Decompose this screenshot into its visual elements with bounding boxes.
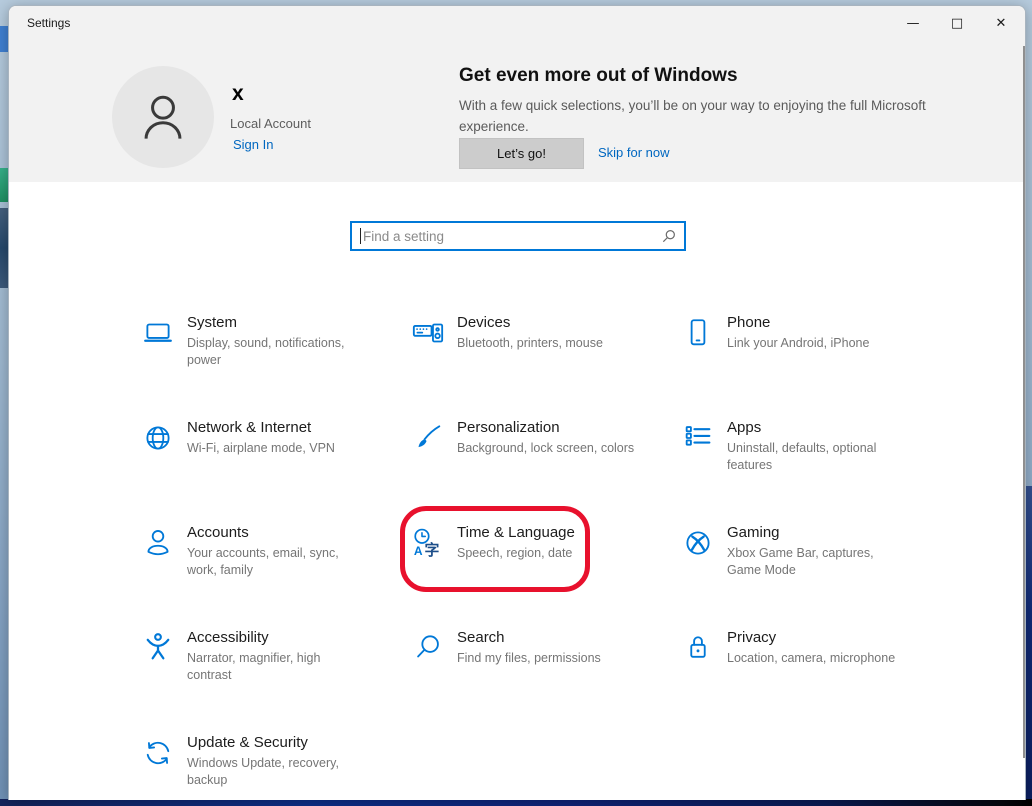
person-icon <box>127 81 199 153</box>
category-tile-phone[interactable]: Phone Link your Android, iPhone <box>681 314 951 419</box>
sign-in-link[interactable]: Sign In <box>233 137 273 152</box>
category-title: Privacy <box>727 629 895 646</box>
accounts-icon <box>141 526 175 560</box>
category-title: Apps <box>727 419 907 436</box>
time-language-icon: A字 <box>411 526 445 560</box>
category-description: Bluetooth, printers, mouse <box>457 335 603 352</box>
category-tile-apps[interactable]: Apps Uninstall, defaults, optional featur… <box>681 419 951 524</box>
window-title: Settings <box>27 16 70 30</box>
category-title: Gaming <box>727 524 907 541</box>
category-description: Windows Update, recovery, backup <box>187 755 367 788</box>
category-tile-personalization[interactable]: Personalization Background, lock screen, … <box>411 419 681 524</box>
close-button[interactable]: ✕ <box>979 10 1023 36</box>
skip-for-now-link[interactable]: Skip for now <box>598 145 670 160</box>
settings-window: Settings — □ ✕ x Local Account Sign In G… <box>8 5 1026 800</box>
category-title: Update & Security <box>187 734 367 751</box>
account-type-label: Local Account <box>230 116 311 131</box>
category-description: Speech, region, date <box>457 545 575 562</box>
desktop-edge-right <box>1026 486 1032 800</box>
category-description: Xbox Game Bar, captures, Game Mode <box>727 545 907 578</box>
category-tile-accessibility[interactable]: Accessibility Narrator, magnifier, high c… <box>141 629 411 734</box>
text-caret <box>360 228 361 244</box>
personalization-icon <box>411 421 445 455</box>
category-title: Search <box>457 629 601 646</box>
category-tile-network-internet[interactable]: Network & Internet Wi-Fi, airplane mode, … <box>141 419 411 524</box>
category-description: Your accounts, email, sync, work, family <box>187 545 367 578</box>
category-title: Accounts <box>187 524 367 541</box>
scrollbar[interactable] <box>1023 46 1025 758</box>
desktop-icon-blob-blue <box>0 26 8 52</box>
category-description: Find my files, permissions <box>457 650 601 667</box>
category-tile-system[interactable]: System Display, sound, notifications, pow… <box>141 314 411 419</box>
phone-icon <box>681 316 715 350</box>
category-description: Location, camera, microphone <box>727 650 895 667</box>
maximize-button[interactable]: □ <box>935 10 979 36</box>
category-title: Phone <box>727 314 869 331</box>
category-tile-search[interactable]: Search Find my files, permissions <box>411 629 681 734</box>
search-icon <box>411 631 445 665</box>
category-title: Network & Internet <box>187 419 335 436</box>
category-title: Personalization <box>457 419 634 436</box>
apps-icon <box>681 421 715 455</box>
category-tile-update-security[interactable]: Update & Security Windows Update, recover… <box>141 734 411 800</box>
search-icon[interactable] <box>662 229 676 243</box>
category-tile-gaming[interactable]: Gaming Xbox Game Bar, captures, Game Mode <box>681 524 951 629</box>
category-description: Background, lock screen, colors <box>457 440 634 457</box>
category-description: Wi-Fi, airplane mode, VPN <box>187 440 335 457</box>
category-tile-privacy[interactable]: Privacy Location, camera, microphone <box>681 629 951 734</box>
category-tile-accounts[interactable]: Accounts Your accounts, email, sync, work… <box>141 524 411 629</box>
lets-go-button[interactable]: Let’s go! <box>459 138 584 169</box>
desktop-icon-blob-dark <box>0 208 8 288</box>
update-security-icon <box>141 736 175 770</box>
category-description: Uninstall, defaults, optional features <box>727 440 907 473</box>
gaming-icon <box>681 526 715 560</box>
taskbar-strip <box>0 799 1032 806</box>
category-tile-devices[interactable]: Devices Bluetooth, printers, mouse <box>411 314 681 419</box>
svg-text:A: A <box>414 544 423 558</box>
privacy-icon <box>681 631 715 665</box>
category-description: Display, sound, notifications, power <box>187 335 367 368</box>
category-title: Devices <box>457 314 603 331</box>
category-title: System <box>187 314 367 331</box>
devices-icon <box>411 316 445 350</box>
svg-text:字: 字 <box>424 541 439 559</box>
category-title: Time & Language <box>457 524 575 541</box>
search-box[interactable] <box>350 221 686 251</box>
settings-grid: System Display, sound, notifications, pow… <box>141 314 961 800</box>
avatar <box>112 66 214 168</box>
category-title: Accessibility <box>187 629 367 646</box>
category-description: Link your Android, iPhone <box>727 335 869 352</box>
search-input[interactable] <box>363 229 658 244</box>
promo-description: With a few quick selections, you’ll be o… <box>459 96 964 138</box>
category-description: Narrator, magnifier, high contrast <box>187 650 367 683</box>
system-icon <box>141 316 175 350</box>
promo-title: Get even more out of Windows <box>459 65 738 87</box>
window-controls: — □ ✕ <box>891 10 1023 36</box>
minimize-button[interactable]: — <box>891 10 935 36</box>
desktop-icon-blob-green <box>0 168 8 202</box>
accessibility-icon <box>141 631 175 665</box>
category-tile-time-language[interactable]: A字 Time & Language Speech, region, date <box>411 524 681 629</box>
user-name: x <box>232 82 244 106</box>
network-icon <box>141 421 175 455</box>
